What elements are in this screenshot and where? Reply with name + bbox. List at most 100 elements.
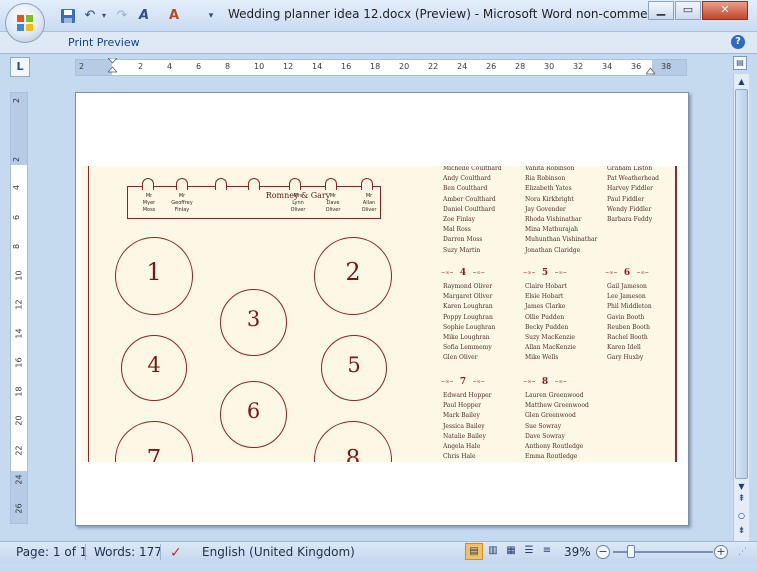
guest-name: Pat Weatherhead — [607, 175, 659, 183]
vertical-scrollbar[interactable]: ▲ ▼ ⇞ ○ ⇟ — [733, 74, 749, 542]
outline-view-icon[interactable]: ☰ — [520, 543, 538, 560]
help-icon[interactable]: ? — [731, 35, 745, 49]
ruler-label: 26 — [486, 62, 497, 71]
customize-qat-icon[interactable]: ▾ — [203, 8, 219, 24]
head-guest: Mr Dave Oliver — [325, 193, 341, 213]
guest-list: Michelle Coulthard Andy Coulthard Ben Coul… — [443, 166, 502, 256]
ruler-label: 36 — [631, 62, 642, 71]
resize-grip-icon[interactable]: ⋰ — [738, 547, 750, 559]
font-color-icon[interactable]: A — [166, 8, 182, 24]
guest-name: Suzy Martin — [443, 246, 481, 254]
clear-formatting-icon[interactable]: A — [136, 8, 152, 24]
draft-view-icon[interactable]: ≡ — [538, 543, 556, 560]
ruler-label: 12 — [14, 299, 24, 310]
table-circle-8: 8 — [314, 421, 392, 462]
guest-name: Rhoda Vishinathar — [525, 216, 582, 224]
guest-name: Natalie Bailey — [443, 432, 486, 440]
guest-name: Jessica Bailey — [443, 422, 485, 430]
browse-object-icon[interactable]: ○ — [734, 508, 749, 523]
guest-name: Dave Sowray — [525, 432, 565, 440]
guest-name: Vanita Robinson — [525, 166, 575, 172]
guest-name: Chris Hale — [443, 453, 476, 461]
guest-name: Ben Coulthard — [443, 185, 488, 193]
ruler-label: 24 — [14, 474, 24, 485]
head-guest: Mr Geoffrey Finlay — [171, 193, 193, 213]
previous-page-icon[interactable]: ⇞ — [734, 492, 749, 507]
guest-list: Vanita Robinson Ria Robinson Elizabeth Yat… — [525, 166, 597, 256]
web-layout-icon[interactable]: ▦ — [502, 543, 520, 560]
minimize-button[interactable]: ▁ — [648, 1, 674, 20]
table-circle-7: 7 — [115, 421, 193, 462]
guest-name: Lee Jameson — [607, 293, 646, 301]
guest-name: Mal Ross — [443, 226, 471, 234]
ruler-label: 10 — [254, 62, 265, 71]
guest-list: Claire Hobart Elsie Hobart James Clarke Oll… — [525, 282, 576, 364]
page-count[interactable]: Page: 1 of 1 — [16, 545, 87, 559]
guest-list: Lauren Greenwood Matthew Greenwood Glen Gr… — [525, 391, 589, 462]
scroll-up-icon[interactable]: ▲ — [734, 74, 749, 89]
guest-name: James Clarke — [525, 303, 566, 311]
tab-print-preview[interactable]: Print Preview — [68, 36, 140, 49]
ruler-label: 38 — [661, 62, 672, 71]
print-layout-view-icon[interactable]: ▤ — [465, 543, 483, 560]
ruler-label: 8 — [12, 243, 22, 250]
guest-name: Paul Fiddler — [607, 195, 645, 203]
proofing-icon[interactable]: ✓ — [170, 545, 182, 561]
ruler-label: 16 — [14, 357, 24, 368]
right-indent-marker-icon[interactable] — [645, 64, 656, 75]
zoom-in-icon[interactable]: + — [714, 545, 728, 559]
guest-list: Gail Jameson Lee Jameson Phil Middleton Gav… — [607, 282, 652, 364]
ruler-label: 2 — [138, 62, 144, 71]
undo-dropdown-icon[interactable]: ▾ — [96, 8, 112, 24]
ruler-label: 16 — [341, 62, 352, 71]
guest-name: Elizabeth Yates — [525, 185, 572, 193]
ruler-label: 24 — [457, 62, 468, 71]
zoom-out-icon[interactable]: − — [596, 545, 610, 559]
ruler-label: 14 — [14, 328, 24, 339]
guest-name: Mina Mathurajah — [525, 226, 579, 234]
guest-list: Graham Liston Pat Weatherhead Harvey Fiddl… — [607, 166, 659, 225]
guest-name: Mike Wells — [525, 354, 559, 362]
guest-name: Mike Loughran — [443, 334, 490, 342]
head-table: Mr Myer Moss Mr Geoffrey Finlay Romney &… — [127, 178, 381, 219]
guest-name: Margaret Oliver — [443, 293, 493, 301]
tab-selector-icon[interactable]: L — [10, 57, 30, 77]
redo-icon[interactable]: ↷ — [114, 8, 130, 24]
indent-marker-icon[interactable] — [107, 57, 118, 76]
guest-name: Muhunthan Vishinathar — [525, 236, 598, 244]
word-count[interactable]: Words: 177 — [94, 545, 162, 559]
ruler-label: 4 — [167, 62, 173, 71]
ruler-label: 18 — [370, 62, 381, 71]
save-icon[interactable] — [60, 8, 76, 24]
guest-list: Raymond Oliver Margaret Oliver Karen Lough… — [443, 282, 495, 364]
restore-button[interactable]: ▭ — [675, 1, 701, 20]
table-heading-6: 6 — [605, 268, 649, 278]
guest-name: Michelle Coulthard — [443, 166, 502, 172]
full-screen-reading-icon[interactable]: ▥ — [484, 543, 502, 560]
close-button[interactable]: ✕ — [702, 1, 748, 20]
guest-name: Sophie Loughran — [443, 323, 496, 331]
head-guest: Mr Myer Moss — [142, 193, 156, 213]
guest-name: Amber Coulthard — [443, 195, 496, 203]
table-circle-4: 4 — [121, 335, 187, 401]
ruler-label: 34 — [602, 62, 613, 71]
table-circle-3: 3 — [220, 289, 287, 356]
guest-name: Zoe Finlay — [443, 216, 476, 224]
ruler-label: 26 — [14, 503, 24, 514]
next-page-icon[interactable]: ⇟ — [734, 524, 749, 539]
guest-name: Harvey Fiddler — [607, 185, 654, 193]
ruler-label: 2 — [79, 62, 85, 71]
guest-name: Gail Jameson — [607, 283, 647, 290]
guest-name: Reuben Booth — [607, 323, 651, 331]
scroll-thumb[interactable] — [735, 89, 748, 479]
guest-name: Claire Hobart — [525, 283, 567, 290]
guest-name: Jay Govender — [525, 205, 566, 213]
zoom-slider-thumb[interactable] — [627, 545, 635, 558]
ruler-label: 6 — [196, 62, 202, 71]
office-button[interactable] — [5, 3, 45, 43]
guest-name: Allan MacKenzie — [525, 344, 576, 352]
zoom-level[interactable]: 39% — [564, 545, 591, 559]
view-ruler-icon[interactable]: ▤ — [733, 56, 747, 70]
guest-name: Matthew Greenwood — [525, 402, 589, 410]
language-status[interactable]: English (United Kingdom) — [202, 545, 355, 559]
